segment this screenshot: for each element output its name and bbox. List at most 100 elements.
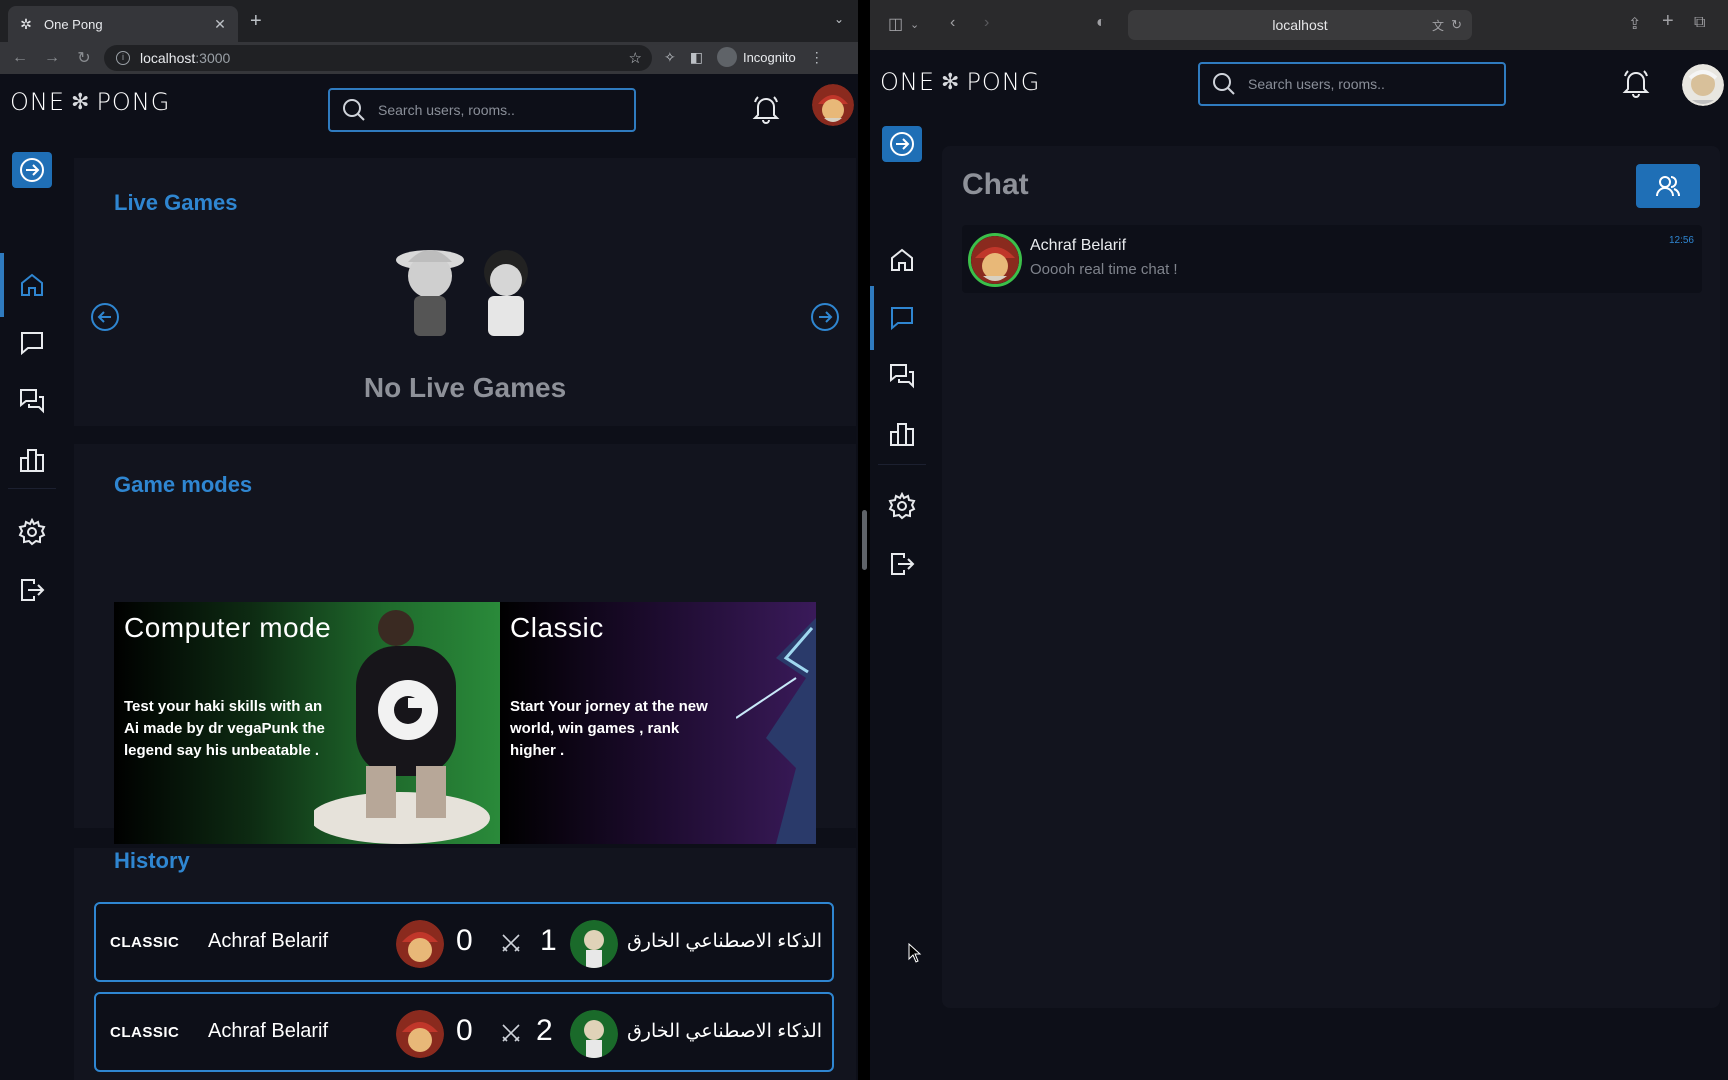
enter-arrow-icon (20, 158, 44, 182)
enter-arrow-icon (890, 132, 914, 156)
browser-tab[interactable]: ✲ One Pong ✕ (8, 6, 238, 42)
safari-address-bar[interactable]: localhost 文 ↻ (1128, 10, 1472, 40)
notification-bell-icon[interactable] (752, 94, 780, 124)
sidebar-item-home[interactable] (870, 240, 934, 280)
leaderboard-icon (890, 423, 914, 446)
incognito-icon (716, 47, 737, 67)
forward-icon[interactable]: → (40, 49, 64, 67)
player-avatar (396, 1010, 444, 1058)
sidebar-item-settings[interactable] (0, 512, 64, 552)
reload-icon[interactable]: ↻ (72, 48, 96, 68)
safari-reload-icon[interactable]: ↻ (1451, 17, 1462, 33)
sidebar-divider (8, 488, 56, 489)
logo-text-one: ONE (10, 88, 66, 116)
window-divider-handle[interactable] (862, 510, 867, 570)
safari-toolbar: ◫ ⌄ ‹ › ◐ localhost 文 ↻ ⇪ + ⧉ (870, 0, 1728, 50)
sidebar-item-leaderboard[interactable] (0, 440, 64, 480)
carousel-prev-icon[interactable] (90, 302, 120, 332)
history-opponent-name: الذكاء الاصطناعي الخارق (627, 1021, 822, 1042)
logo-text-pong: PONG (96, 88, 171, 116)
expand-sidebar-button[interactable] (882, 126, 922, 162)
address-bar[interactable]: i localhost:3000 ☆ (104, 45, 652, 71)
back-icon[interactable]: ← (8, 49, 32, 67)
conversation-name: Achraf Belarif (1030, 237, 1127, 254)
user-avatar[interactable] (812, 84, 854, 126)
expand-sidebar-button[interactable] (12, 152, 52, 188)
safari-url: localhost (1272, 17, 1328, 33)
computer-mode-title: Computer mode (124, 612, 332, 643)
gear-icon (18, 518, 46, 546)
live-games-title: Live Games (114, 190, 238, 215)
search-input[interactable] (378, 102, 622, 118)
home-icon (21, 273, 43, 296)
sidebar-toggle-icon[interactable]: ◫ (888, 14, 903, 34)
translate-icon[interactable]: 文 (1432, 17, 1444, 34)
sidebar-chevron-icon[interactable]: ⌄ (910, 18, 919, 31)
create-group-button[interactable] (1636, 164, 1700, 208)
home-icon (891, 248, 913, 271)
conversation-avatar (968, 233, 1022, 287)
history-player-name: Achraf Belarif (208, 1020, 329, 1042)
search-bar[interactable] (1198, 62, 1506, 106)
sidebar-item-settings[interactable] (870, 486, 934, 526)
safari-forward-icon[interactable]: › (984, 14, 989, 32)
url-port: :3000 (195, 50, 231, 66)
privacy-shield-icon[interactable]: ◐ (1096, 14, 1106, 32)
chat-bubble-icon (21, 332, 43, 356)
left-app: ONE ✻ PONG Search users, rooms.. Live Ga… (0, 74, 858, 1080)
game-modes-title: Game modes (114, 472, 253, 497)
search-icon (343, 99, 365, 121)
carousel-next-icon[interactable] (810, 302, 840, 332)
logo-jolly-roger-icon: ✻ (71, 89, 91, 115)
tab-overview-icon[interactable]: ⧉ (1694, 14, 1705, 32)
share-icon[interactable]: ⇪ (1628, 14, 1641, 34)
extensions-icon[interactable]: ✧ (664, 49, 676, 66)
leaderboard-icon (20, 449, 44, 472)
new-tab-icon[interactable]: + (250, 10, 262, 33)
search-input[interactable] (1248, 76, 1492, 92)
mouse-cursor-icon (908, 943, 922, 963)
classic-mode-title: Classic (510, 612, 604, 643)
tab-title: One Pong (44, 16, 103, 32)
incognito-indicator[interactable]: Incognito (716, 47, 796, 67)
classic-mode-description: Start Your jorney at the new world, win … (510, 698, 708, 759)
computer-mode-description: Test your haki skills with an Ai made by… (124, 698, 325, 759)
safari-new-tab-icon[interactable]: + (1662, 10, 1674, 33)
computer-mode-card[interactable]: Computer mode Test your haki skills with… (114, 602, 500, 844)
browser-toolbar: ← → ↻ i localhost:3000 ☆ ✧ ◧ Incognito ⋮ (0, 42, 858, 74)
favicon-icon: ✲ (20, 16, 32, 32)
app-logo[interactable]: ONE ✻ PONG (880, 68, 1040, 96)
search-bar[interactable] (328, 88, 636, 132)
close-tab-icon[interactable]: ✕ (212, 16, 228, 33)
player-avatar (396, 920, 444, 968)
sidebar-item-rooms[interactable] (870, 356, 934, 396)
logo-text-pong: PONG (966, 68, 1041, 96)
notification-bell-icon[interactable] (1622, 68, 1650, 98)
side-panel-icon[interactable]: ◧ (690, 49, 703, 66)
chat-bubble-icon (891, 307, 913, 331)
user-avatar[interactable] (1682, 64, 1724, 106)
app-logo[interactable]: ONE ✻ PONG (10, 88, 170, 116)
sidebar-item-logout[interactable] (870, 544, 934, 584)
bookmark-star-icon[interactable]: ☆ (629, 49, 642, 67)
browser-menu-icon[interactable]: ⋮ (810, 49, 824, 66)
sidebar-item-logout[interactable] (0, 570, 64, 610)
sidebar-item-home[interactable] (0, 253, 64, 317)
sidebar-item-chat[interactable] (0, 323, 64, 363)
conversation-time: 12:56 (1668, 235, 1694, 246)
conversation-item[interactable]: Achraf Belarif Ooooh real time chat ! 12… (962, 225, 1702, 293)
history-row[interactable]: CLASSIC Achraf Belarif 0 2 الذكاء الاصطن… (94, 992, 834, 1072)
history-row[interactable]: CLASSIC Achraf Belarif 0 1 الذكاء الاصطن… (94, 902, 834, 982)
tab-search-chevron-icon[interactable]: ⌄ (834, 12, 844, 26)
classic-mode-character-image (736, 618, 816, 844)
sidebar-item-chat[interactable] (870, 286, 934, 350)
sidebar-divider (878, 464, 926, 465)
logout-icon (891, 553, 915, 575)
safari-back-icon[interactable]: ‹ (950, 14, 955, 32)
users-icon (1656, 176, 1680, 197)
toolbar-actions: ✧ ◧ Incognito ⋮ (664, 47, 824, 67)
opponent-avatar (570, 1010, 618, 1058)
sidebar-item-leaderboard[interactable] (870, 414, 934, 454)
site-info-icon[interactable]: i (116, 51, 130, 65)
classic-mode-card[interactable]: Classic Start Your jorney at the new wor… (500, 602, 816, 844)
